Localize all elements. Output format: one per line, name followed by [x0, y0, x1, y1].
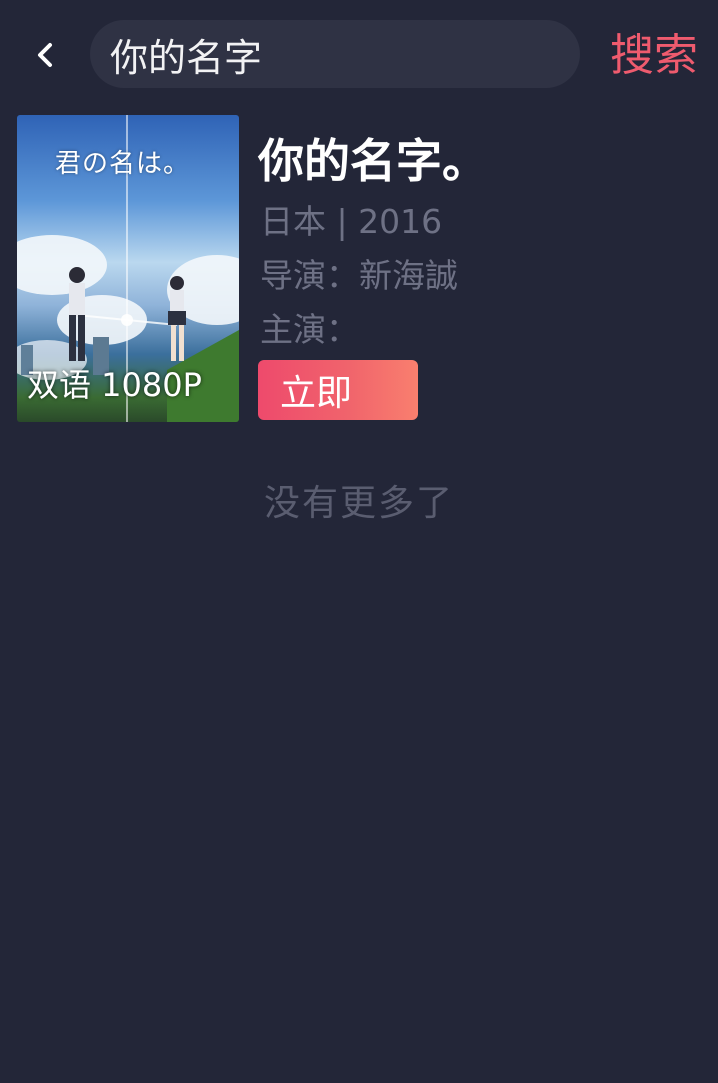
no-more-results-text: 没有更多了 [263, 483, 454, 524]
poster-title-art: 君の名は。 [55, 149, 191, 179]
search-results-page: 搜索 [0, 0, 718, 1083]
play-now-button[interactable]: 立即 [258, 360, 418, 420]
movie-cast: 主演： [260, 303, 359, 351]
movie-poster[interactable]: 君の名は。 双语 1080P [17, 115, 239, 422]
movie-director: 导演：新海誠 [260, 249, 458, 297]
search-input[interactable] [110, 32, 580, 76]
movie-country-year: 日本 | 2016 [260, 195, 442, 243]
cast-label: 主演： [260, 310, 359, 349]
director-name: 新海誠 [359, 256, 458, 295]
meta-separator: | [336, 202, 348, 241]
search-box[interactable] [90, 20, 580, 88]
back-button[interactable] [20, 30, 70, 80]
movie-year: 2016 [358, 202, 443, 241]
search-button[interactable]: 搜索 [610, 26, 698, 86]
quality-badge: 双语 1080P [27, 366, 202, 404]
result-item[interactable]: 君の名は。 双语 1080P 你的名字。 日本 | 2016 导演：新海誠 主演… [17, 115, 701, 423]
chevron-left-icon [38, 43, 52, 67]
movie-title[interactable]: 你的名字。 [258, 125, 488, 191]
director-label: 导演： [260, 256, 359, 295]
movie-country: 日本 [260, 202, 326, 241]
